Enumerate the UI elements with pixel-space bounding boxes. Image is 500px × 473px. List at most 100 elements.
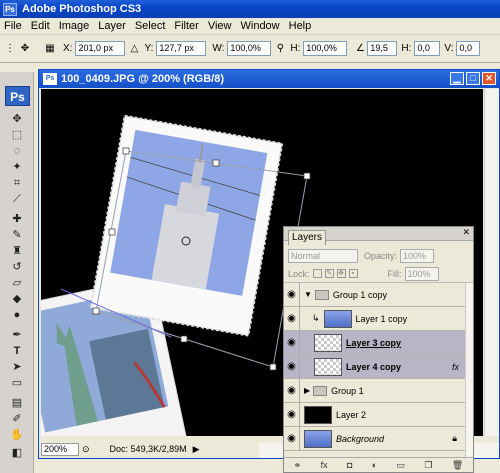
height-field[interactable]: 100,0%	[303, 41, 348, 56]
layer-row-group-1[interactable]: ◉ ▶ Group 1	[284, 378, 465, 403]
link-icon[interactable]: ⚲	[274, 43, 286, 54]
visibility-eye-icon[interactable]: ◉	[284, 306, 300, 331]
new-group-icon[interactable]: ▭	[397, 460, 406, 471]
brush-tool-icon[interactable]: ✎	[9, 228, 25, 242]
healing-brush-icon[interactable]: ✚	[9, 212, 25, 226]
panel-close-icon[interactable]: ✕	[462, 227, 470, 238]
menu-filter[interactable]: Filter	[174, 20, 198, 32]
menu-layer[interactable]: Layer	[98, 20, 126, 32]
new-layer-icon[interactable]: ❐	[424, 460, 432, 471]
dodge-tool-icon[interactable]: ●	[9, 308, 25, 322]
tab-layers[interactable]: Layers	[288, 230, 326, 245]
menu-view[interactable]: View	[208, 20, 232, 32]
slice-tool-icon[interactable]: ⟋	[9, 192, 25, 206]
collapse-arrow-icon[interactable]: ▶	[304, 386, 310, 395]
lasso-tool-icon[interactable]: ◌	[9, 144, 25, 158]
visibility-eye-icon[interactable]: ◉	[284, 378, 300, 403]
history-brush-icon[interactable]: ↺	[9, 260, 25, 274]
menu-select[interactable]: Select	[135, 20, 166, 32]
shape-tool-icon[interactable]: ▭	[9, 376, 25, 390]
lock-all-icon[interactable]: ▪	[348, 269, 358, 278]
reference-point-icon[interactable]: ▦	[41, 43, 59, 54]
move-tool-icon[interactable]: ✥	[9, 112, 25, 126]
doc-info[interactable]: Doc: 549,3K/2,89M	[110, 444, 187, 454]
layer-row-layer-2[interactable]: ◉ Layer 2	[284, 402, 465, 427]
delete-layer-icon[interactable]: 🗑︎	[452, 460, 463, 471]
vertical-scrollbar[interactable]	[484, 89, 499, 436]
document-title-bar[interactable]: Ps 100_0409.JPG @ 200% (RGB/8) ▁ □ ✕	[39, 70, 499, 88]
layers-scrollbar[interactable]	[465, 283, 473, 459]
x-position-field[interactable]: 201,0 px	[75, 41, 126, 56]
eyedropper-tool-icon[interactable]: ✐	[9, 412, 25, 426]
layer-row-layer-4-copy[interactable]: ◉ Layer 4 copy fx	[284, 354, 465, 379]
opacity-label: Opacity:	[364, 251, 398, 261]
visibility-eye-icon[interactable]: ◉	[284, 426, 300, 451]
fx-icon[interactable]: fx	[452, 362, 459, 372]
fill-field[interactable]: 100%	[404, 266, 439, 281]
layer-row-group-1-copy[interactable]: ◉ ▼ Group 1 copy	[284, 282, 465, 307]
visibility-eye-icon[interactable]: ◉	[284, 402, 300, 427]
h-skew-field[interactable]: 0,0	[414, 41, 441, 56]
maximize-icon[interactable]: □	[466, 72, 480, 85]
fill-label: Fill:	[387, 268, 402, 279]
status-nav-icon[interactable]: ⊙	[82, 444, 90, 455]
angle-field[interactable]: 19,5	[367, 41, 398, 56]
v-skew-field[interactable]: 0,0	[456, 41, 481, 56]
lock-transparency-icon[interactable]	[312, 269, 322, 278]
opacity-field[interactable]: 100%	[400, 249, 435, 263]
lock-fill-row: Lock: ✎ ✥ ▪ Fill: 100%	[284, 265, 473, 283]
h-skew-label: H:	[401, 43, 412, 54]
clone-stamp-icon[interactable]: ♜	[9, 244, 25, 258]
layer-row-background[interactable]: ◉ Background 🔒︎	[284, 426, 465, 451]
folder-icon	[314, 289, 329, 300]
menu-window[interactable]: Window	[241, 20, 280, 32]
visibility-eye-icon[interactable]: ◉	[284, 282, 300, 307]
zoom-field[interactable]: 200%	[41, 442, 79, 456]
lock-pixels-icon[interactable]: ✎	[324, 269, 334, 278]
add-mask-icon[interactable]: ◘	[347, 460, 352, 470]
adjustment-layer-icon[interactable]: ◐	[372, 460, 377, 470]
status-arrow-icon[interactable]: ▶	[193, 444, 200, 455]
marquee-tool-icon[interactable]: ⬚	[9, 128, 25, 142]
layer-row-layer-1-copy[interactable]: ◉ ↳ Layer 1 copy	[284, 306, 465, 331]
y-position-field[interactable]: 127,7 px	[156, 41, 207, 56]
add-style-icon[interactable]: fx	[321, 460, 328, 470]
paint-bucket-icon[interactable]: ◆	[9, 292, 25, 306]
close-icon[interactable]: ✕	[482, 72, 496, 85]
path-selection-icon[interactable]: ➤	[9, 360, 25, 374]
crop-tool-icon[interactable]: ⌗	[9, 176, 25, 190]
visibility-eye-icon[interactable]: ◉	[284, 354, 300, 379]
minimize-icon[interactable]: ▁	[450, 72, 464, 85]
photoshop-logo[interactable]: Ps	[5, 86, 30, 106]
move-tool-icon[interactable]: ✥	[17, 43, 33, 54]
delta-icon[interactable]: △	[128, 43, 140, 54]
menu-edit[interactable]: Edit	[31, 20, 50, 32]
lock-position-icon[interactable]: ✥	[336, 269, 346, 278]
menu-file[interactable]: File	[4, 20, 22, 32]
color-swatches-icon[interactable]: ◧	[9, 446, 25, 460]
layer-row-layer-3-copy[interactable]: ◉ Layer 3 copy	[284, 330, 465, 355]
pen-tool-icon[interactable]: ✒	[9, 328, 25, 342]
blend-mode-select[interactable]: Normal	[288, 249, 358, 263]
width-field[interactable]: 100,0%	[227, 41, 272, 56]
eraser-tool-icon[interactable]: ▱	[9, 276, 25, 290]
magic-wand-icon[interactable]: ✦	[9, 160, 25, 174]
layer-name: Layer 1 copy	[355, 313, 408, 324]
notes-tool-icon[interactable]: ▤	[9, 396, 25, 410]
document-status-bar: 200% ⊙ Doc: 549,3K/2,89M ▶	[41, 441, 261, 457]
folder-icon	[313, 385, 328, 396]
menu-image[interactable]: Image	[59, 20, 90, 32]
blend-opacity-row: Normal Opacity: 100%	[284, 247, 473, 265]
hand-tool-icon[interactable]: ✋	[9, 428, 25, 442]
layer-name: Background	[336, 433, 385, 444]
layer-name: Group 1 copy	[332, 289, 387, 300]
visibility-eye-icon[interactable]: ◉	[284, 330, 300, 355]
y-label: Y:	[144, 43, 154, 54]
layer-name: Group 1	[331, 385, 364, 396]
lock-label: Lock:	[288, 268, 310, 279]
menu-help[interactable]: Help	[289, 20, 312, 32]
layers-panel-header[interactable]: Layers ✕	[284, 227, 473, 245]
link-layers-icon[interactable]: ⚭	[294, 460, 302, 471]
type-tool-icon[interactable]: T	[9, 344, 25, 358]
expand-arrow-icon[interactable]: ▼	[304, 290, 312, 299]
